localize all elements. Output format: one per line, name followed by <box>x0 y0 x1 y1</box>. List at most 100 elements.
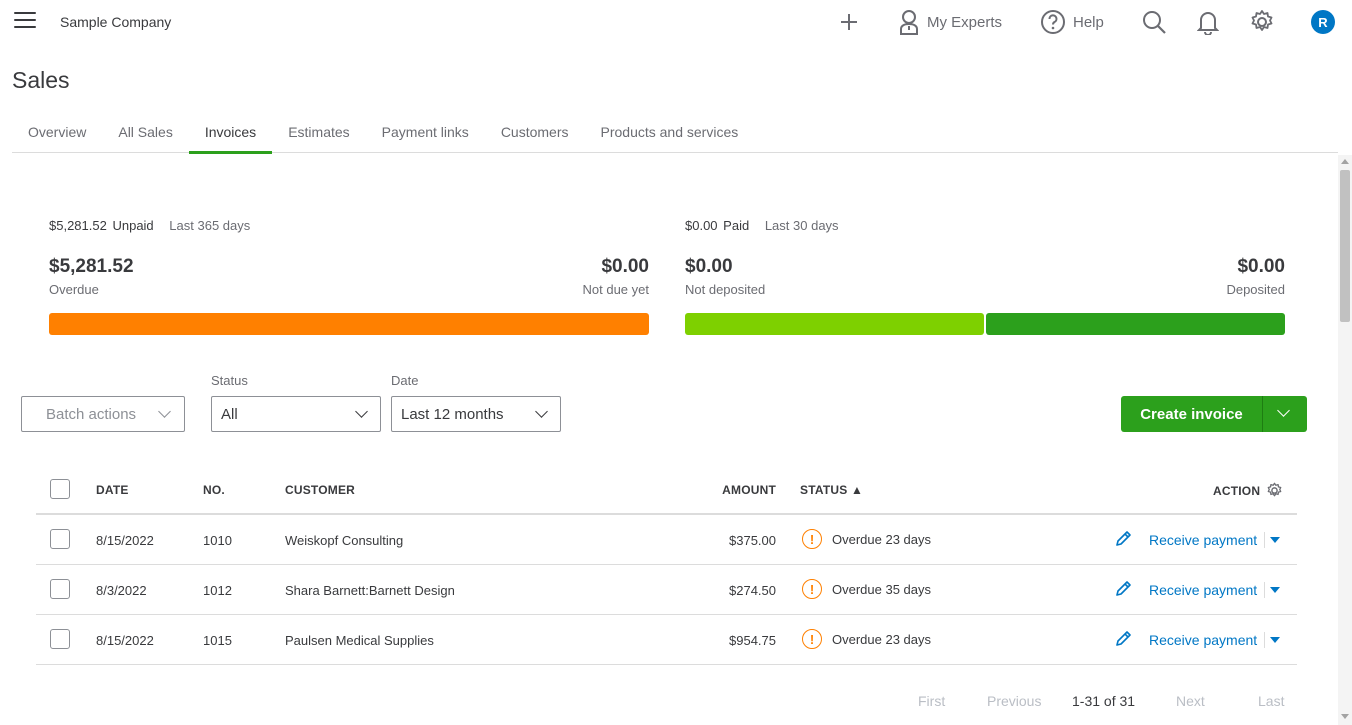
action-divider <box>1264 532 1265 548</box>
tab-payment-links[interactable]: Payment links <box>366 116 485 153</box>
paid-kind: Paid <box>723 218 750 233</box>
tab-overview[interactable]: Overview <box>12 116 102 153</box>
caret-down-icon[interactable] <box>1270 587 1280 593</box>
pencil-icon[interactable] <box>1114 580 1132 598</box>
tab-estimates[interactable]: Estimates <box>272 116 365 153</box>
unpaid-summary: $5,281.52 Unpaid Last 365 days $5,281.52… <box>49 218 649 335</box>
my-experts-button[interactable]: My Experts <box>898 8 1002 36</box>
row-amount: $954.75 <box>729 633 776 648</box>
table-row[interactable]: 8/15/2022 1015 Paulsen Medical Supplies $95… <box>36 615 1297 665</box>
exclamation-icon: ! <box>802 579 822 599</box>
row-date: 8/15/2022 <box>96 633 154 648</box>
avatar[interactable]: R <box>1311 10 1335 34</box>
person-icon <box>900 10 918 35</box>
overdue-label: Overdue <box>49 282 99 297</box>
pagination-previous[interactable]: Previous <box>987 693 1041 709</box>
row-checkbox[interactable] <box>50 579 70 599</box>
unpaid-total: $5,281.52 <box>49 218 107 233</box>
row-customer: Weiskopf Consulting <box>285 533 404 548</box>
receive-payment-link[interactable]: Receive payment <box>1149 632 1257 648</box>
pencil-icon[interactable] <box>1114 530 1132 548</box>
search-icon[interactable] <box>1141 8 1167 36</box>
hamburger-icon[interactable] <box>14 12 38 32</box>
help-label: Help <box>1073 13 1104 31</box>
my-experts-label: My Experts <box>927 13 1003 31</box>
not-deposited-bar-segment[interactable] <box>685 313 984 335</box>
scroll-down-arrow[interactable] <box>1341 714 1349 719</box>
batch-actions-button[interactable]: Batch actions <box>21 396 185 432</box>
overdue-amount[interactable]: $5,281.52 <box>49 256 134 278</box>
header-action: ACTION <box>1213 484 1261 498</box>
unpaid-period: Last 365 days <box>169 218 251 233</box>
receive-payment-link[interactable]: Receive payment <box>1149 532 1257 548</box>
row-checkbox[interactable] <box>50 529 70 549</box>
not-due-label: Not due yet <box>582 282 650 297</box>
tab-bar: Overview All Sales Invoices Estimates Paymen… <box>12 116 1338 154</box>
exclamation-icon: ! <box>802 629 822 649</box>
header-customer[interactable]: CUSTOMER <box>285 483 355 497</box>
status-select[interactable]: All <box>211 396 381 432</box>
header-date[interactable]: DATE <box>96 483 129 497</box>
tab-all-sales[interactable]: All Sales <box>102 116 188 153</box>
table-row[interactable]: 8/15/2022 1010 Weiskopf Consulting $375.00!… <box>36 515 1297 565</box>
header-no[interactable]: NO. <box>203 483 225 497</box>
scrollbar-thumb[interactable] <box>1340 170 1350 322</box>
row-checkbox[interactable] <box>50 629 70 649</box>
paid-summary: $0.00 Paid Last 30 days $0.00 Not deposi… <box>685 218 1285 335</box>
unpaid-kind: Unpaid <box>112 218 154 233</box>
tab-products-and-services[interactable]: Products and services <box>585 116 755 153</box>
row-date: 8/3/2022 <box>96 583 147 598</box>
header-amount[interactable]: AMOUNT <box>722 483 776 497</box>
receive-payment-link[interactable]: Receive payment <box>1149 582 1257 598</box>
paid-bar <box>685 313 1285 335</box>
pagination-next[interactable]: Next <box>1176 693 1205 709</box>
create-invoice-dropdown[interactable] <box>1263 396 1307 432</box>
action-divider <box>1264 632 1265 648</box>
company-name: Sample Company <box>60 14 172 30</box>
invoices-table: DATE NO. CUSTOMER AMOUNT STATUS ▲ ACTION… <box>36 466 1297 665</box>
paid-period: Last 30 days <box>764 218 839 233</box>
table-body: 8/15/2022 1010 Weiskopf Consulting $375.00!… <box>36 515 1297 665</box>
row-date: 8/15/2022 <box>96 533 154 548</box>
tab-invoices[interactable]: Invoices <box>188 116 273 154</box>
date-filter-label: Date <box>391 373 419 388</box>
not-deposited-label: Not deposited <box>685 282 766 297</box>
tab-customers[interactable]: Customers <box>485 116 585 153</box>
row-number: 1010 <box>203 533 232 548</box>
pagination-first[interactable]: First <box>918 693 945 709</box>
row-amount: $274.50 <box>729 583 776 598</box>
gear-icon[interactable] <box>1249 8 1275 36</box>
row-status: Overdue 23 days <box>832 532 932 547</box>
chevron-down-icon <box>535 405 548 418</box>
help-button[interactable]: Help <box>1040 8 1104 36</box>
bell-icon[interactable] <box>1197 8 1219 36</box>
status-select-value: All <box>221 405 238 423</box>
overdue-bar-segment[interactable] <box>49 313 649 335</box>
chevron-down-icon <box>1277 404 1290 417</box>
caret-down-icon[interactable] <box>1270 537 1280 543</box>
scroll-up-arrow[interactable] <box>1341 159 1349 164</box>
create-invoice-button[interactable]: Create invoice <box>1121 396 1307 432</box>
deposited-amount[interactable]: $0.00 <box>1226 256 1285 278</box>
chevron-down-icon <box>158 405 171 418</box>
caret-down-icon[interactable] <box>1270 637 1280 643</box>
not-deposited-amount[interactable]: $0.00 <box>685 256 765 278</box>
header-status[interactable]: STATUS ▲ <box>800 483 863 497</box>
pagination-last[interactable]: Last <box>1258 693 1284 709</box>
select-all-checkbox[interactable] <box>50 479 70 499</box>
table-row[interactable]: 8/3/2022 1012 Shara Barnett:Barnett Design… <box>36 565 1297 615</box>
deposited-bar-segment[interactable] <box>986 313 1285 335</box>
action-divider <box>1264 582 1265 598</box>
exclamation-icon: ! <box>802 529 822 549</box>
question-icon <box>1041 10 1065 34</box>
row-customer: Shara Barnett:Barnett Design <box>285 583 455 598</box>
date-select[interactable]: Last 12 months <box>391 396 561 432</box>
plus-icon[interactable] <box>838 8 860 36</box>
not-due-amount[interactable]: $0.00 <box>583 256 649 278</box>
row-amount: $375.00 <box>729 533 776 548</box>
pencil-icon[interactable] <box>1114 630 1132 648</box>
unpaid-bar <box>49 313 649 335</box>
row-customer: Paulsen Medical Supplies <box>285 633 434 648</box>
gear-icon[interactable] <box>1266 482 1283 499</box>
batch-actions-label: Batch actions <box>46 405 137 423</box>
